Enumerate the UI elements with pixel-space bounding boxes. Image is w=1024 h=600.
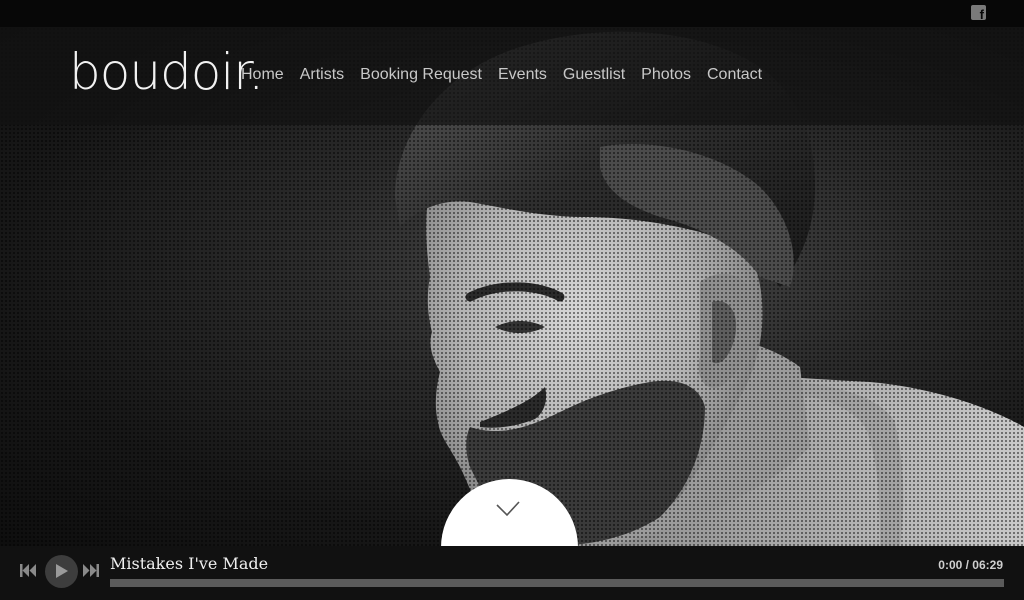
site-logo[interactable]: boudoir. — [69, 43, 264, 101]
site-header: boudoir. Home Artists Booking Request Ev… — [0, 27, 1024, 125]
progress-bar[interactable] — [110, 579, 1004, 587]
play-icon — [56, 564, 68, 578]
next-icon — [83, 564, 99, 577]
main-nav: Home Artists Booking Request Events Gues… — [241, 66, 778, 84]
play-button[interactable] — [45, 555, 78, 588]
track-title: Mistakes I've Made — [110, 554, 269, 573]
nav-item-photos[interactable]: Photos — [641, 66, 691, 84]
previous-icon — [20, 564, 36, 577]
nav-item-artists[interactable]: Artists — [300, 66, 344, 84]
next-track-button[interactable] — [83, 564, 99, 582]
audio-player: Mistakes I've Made 0:00 / 06:29 — [0, 546, 1024, 600]
nav-item-guestlist[interactable]: Guestlist — [563, 66, 625, 84]
nav-item-home[interactable]: Home — [241, 66, 284, 84]
previous-track-button[interactable] — [20, 564, 36, 582]
nav-item-events[interactable]: Events — [498, 66, 547, 84]
chevron-down-icon — [496, 501, 520, 517]
nav-item-booking-request[interactable]: Booking Request — [360, 66, 482, 84]
track-time: 0:00 / 06:29 — [938, 558, 1003, 572]
nav-item-contact[interactable]: Contact — [707, 66, 762, 84]
top-bar: f — [0, 0, 1024, 27]
facebook-icon[interactable]: f — [971, 5, 986, 21]
